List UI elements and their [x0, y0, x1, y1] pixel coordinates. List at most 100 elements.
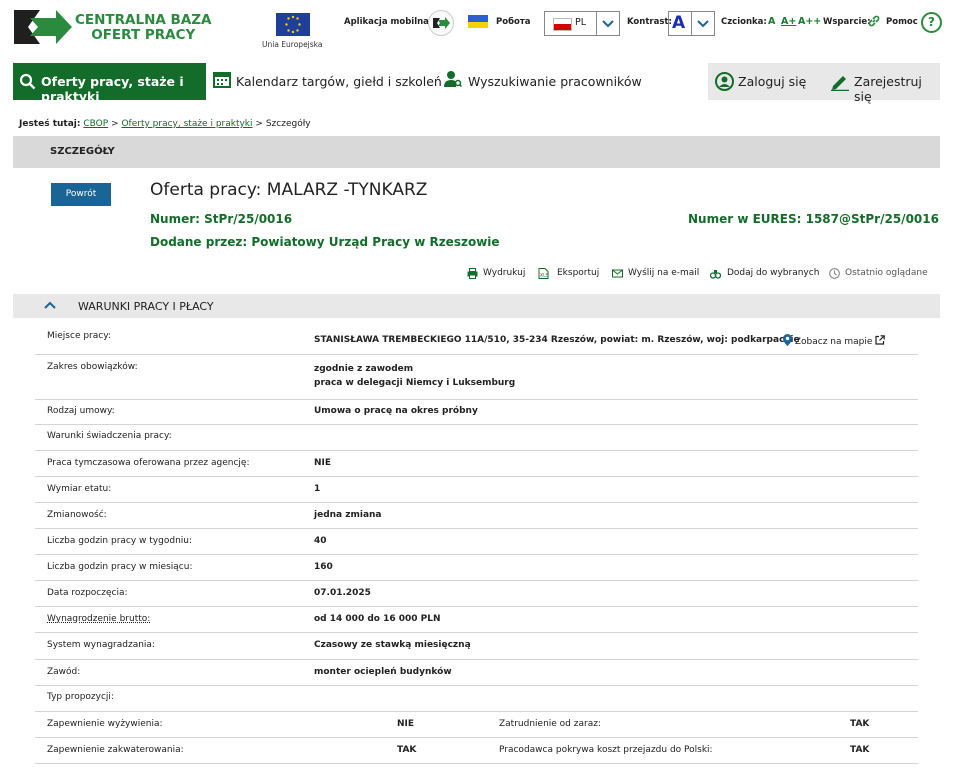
- breadcrumb-separator: >: [255, 119, 263, 129]
- table-row: Praca tymczasowa oferowana przez agencję…: [35, 451, 918, 477]
- detail-value-line2: praca w delegacji Niemcy i Luksemburg: [314, 378, 516, 388]
- detail-label: Zawód:: [47, 667, 81, 677]
- recently-viewed-link[interactable]: Ostatnio oglądane: [845, 268, 928, 278]
- font-size-xlarge[interactable]: A++: [798, 16, 821, 27]
- map-link[interactable]: Zobacz na mapie: [783, 334, 886, 347]
- language-select[interactable]: PL: [544, 11, 620, 36]
- breadcrumb-item-cbop[interactable]: CBOP: [83, 119, 108, 129]
- detail-label: Liczba godzin pracy w tygodniu:: [47, 536, 193, 546]
- table-row: Zakres obowiązków: zgodnie z zawodem pra…: [35, 355, 918, 400]
- chevron-down-icon: [691, 12, 714, 35]
- eu-label: Unia Europejska: [262, 40, 323, 49]
- detail-label: System wynagradzania:: [47, 640, 155, 650]
- detail-value: TAK: [850, 719, 870, 729]
- table-row: Wynagrodzenie brutto: od 14 000 do 16 00…: [35, 607, 918, 633]
- font-size-large[interactable]: A+: [781, 16, 796, 27]
- nav-calendar[interactable]: Kalendarz targów, giełd i szkoleń: [236, 74, 442, 89]
- send-email-link[interactable]: Wyślij na e-mail: [628, 268, 699, 278]
- pencil-icon[interactable]: [830, 72, 850, 91]
- logo-line2: OFERT PRACY: [91, 27, 196, 43]
- detail-label: Zapewnienie zakwaterowania:: [47, 745, 184, 755]
- detail-value: Umowa o pracę na okres próbny: [314, 406, 478, 416]
- mobile-app-icon[interactable]: [428, 10, 454, 36]
- ukraine-flag-icon[interactable]: [468, 15, 488, 28]
- detail-value: 1: [314, 484, 321, 494]
- table-row: Zmianowość: jedna zmiana: [35, 503, 918, 529]
- worker-search-icon: [444, 71, 462, 88]
- table-row: Liczba godzin pracy w tygodniu: 40: [35, 529, 918, 555]
- external-link-icon: [875, 335, 886, 345]
- language-code: PL: [575, 17, 587, 28]
- table-row: System wynagradzania: Czasowy ze stawką …: [35, 633, 918, 660]
- logo-text[interactable]: CENTRALNA BAZA OFERT PRACY: [75, 13, 212, 43]
- detail-value: NIE: [397, 719, 415, 729]
- logo-line1: CENTRALNA BAZA: [75, 12, 212, 28]
- detail-label: Zatrudnienie od zaraz:: [499, 719, 601, 729]
- search-icon: [19, 73, 36, 90]
- help-link[interactable]: Pomoc: [886, 17, 918, 27]
- work-conditions-accordion[interactable]: WARUNKI PRACY I PŁACY: [13, 294, 940, 318]
- support-label: Wsparcie:: [823, 17, 871, 27]
- detail-value: NIE: [314, 458, 332, 468]
- mobile-app-label[interactable]: Aplikacja mobilna: [344, 17, 429, 27]
- print-icon: [467, 268, 478, 279]
- ukrainian-version-link[interactable]: Робота: [496, 17, 531, 27]
- eures-number: Numer w EURES: 1587@StPr/25/0016: [688, 212, 939, 226]
- detail-value: monter ociepleń budynków: [314, 667, 452, 677]
- chevron-up-icon: [44, 301, 56, 309]
- detail-label: Liczba godzin pracy w miesiącu:: [47, 562, 193, 572]
- eu-flag-icon: [276, 13, 310, 36]
- cbop-logo-icon[interactable]: [12, 8, 72, 46]
- breadcrumb-item-current: Szczegóły: [265, 119, 311, 129]
- calendar-icon: [213, 72, 231, 88]
- offer-number-label: Numer:: [150, 212, 200, 226]
- export-link[interactable]: Eksportuj: [557, 268, 599, 278]
- section-title: SZCZEGÓŁY: [50, 146, 115, 157]
- detail-label: Zapewnienie wyżywienia:: [47, 719, 163, 729]
- detail-label: Praca tymczasowa oferowana przez agencję…: [47, 458, 250, 468]
- breadcrumb: Jesteś tutaj: CBOP > Oferty pracy, staże…: [19, 119, 311, 129]
- accordion-title: WARUNKI PRACY I PŁACY: [78, 300, 214, 313]
- added-by-label: Dodane przez:: [150, 235, 248, 249]
- detail-value: 40: [314, 536, 327, 546]
- add-to-favorites-link[interactable]: Dodaj do wybranych: [727, 268, 819, 278]
- nav-search-workers[interactable]: Wyszukiwanie pracowników: [468, 74, 642, 89]
- login-link[interactable]: Zaloguj się: [738, 74, 806, 89]
- user-icon[interactable]: [715, 72, 734, 91]
- details-table: Miejsce pracy: STANISŁAWA TREMBECKIEGO 1…: [35, 321, 918, 764]
- contrast-select[interactable]: A: [668, 11, 715, 36]
- breadcrumb-item-offers[interactable]: Oferty pracy, staże i praktyki: [121, 119, 252, 129]
- link-icon[interactable]: [868, 15, 880, 27]
- detail-value: 160: [314, 562, 333, 572]
- detail-value: zgodnie z zawodem: [314, 364, 414, 374]
- contrast-value: A: [672, 13, 686, 33]
- nav-offers-label: Oferty pracy, staże i praktyki: [41, 74, 184, 104]
- help-icon[interactable]: ?: [921, 12, 942, 33]
- added-by: Dodane przez: Powiatowy Urząd Pracy w Rz…: [150, 235, 500, 249]
- poland-flag-icon: [553, 18, 572, 31]
- eures-number-value: 1587@StPr/25/0016: [805, 212, 939, 226]
- table-row: Zawód: monter ociepleń budynków: [35, 660, 918, 686]
- detail-label: Wymiar etatu:: [47, 484, 112, 494]
- nav-offers[interactable]: Oferty pracy, staże i praktyki: [13, 63, 206, 104]
- font-size-normal[interactable]: A: [768, 16, 775, 27]
- eures-number-label: Numer w EURES:: [688, 212, 802, 226]
- breadcrumb-separator: >: [111, 119, 119, 129]
- chevron-down-icon: [596, 12, 619, 35]
- back-button[interactable]: Powrót: [51, 183, 111, 206]
- print-link[interactable]: Wydrukuj: [483, 268, 525, 278]
- offer-number-value: StPr/25/0016: [204, 212, 293, 226]
- detail-value: TAK: [850, 745, 870, 755]
- details-section-header: SZCZEGÓŁY: [13, 136, 940, 168]
- table-row: Data rozpoczęcia: 07.01.2025: [35, 581, 918, 607]
- table-row: Zapewnienie wyżywienia: NIE Zatrudnienie…: [35, 712, 918, 738]
- salary-label[interactable]: Wynagrodzenie brutto:: [47, 614, 150, 624]
- email-icon: [612, 269, 623, 278]
- register-link[interactable]: Zarejestruj się: [854, 74, 940, 104]
- binoculars-icon: [710, 270, 721, 279]
- detail-label: Warunki świadczenia pracy:: [47, 431, 172, 441]
- detail-label: Data rozpoczęcia:: [47, 588, 128, 598]
- table-row: Wymiar etatu: 1: [35, 477, 918, 503]
- detail-value: 07.01.2025: [314, 588, 371, 598]
- added-by-value: Powiatowy Urząd Pracy w Rzeszowie: [251, 235, 500, 249]
